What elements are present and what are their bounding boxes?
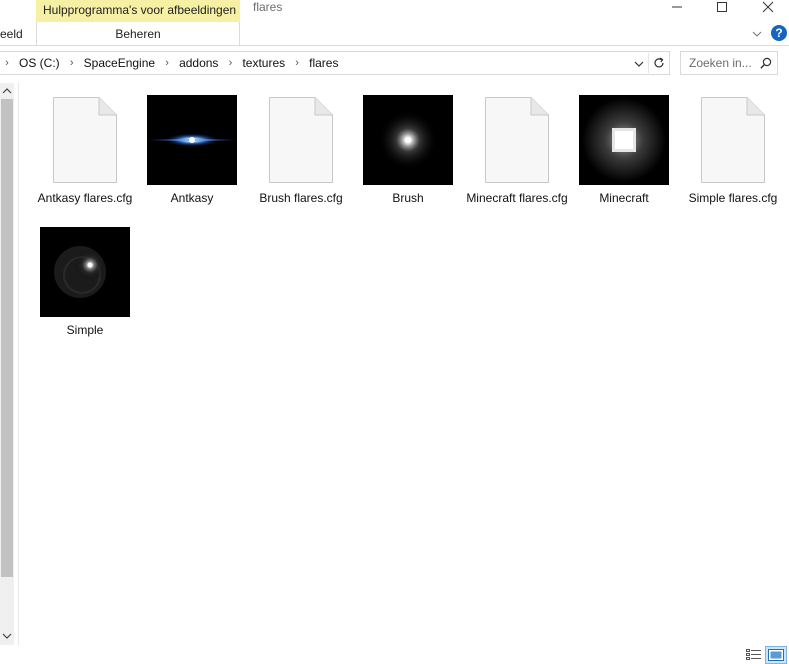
flare-white-glow-thumbnail [354,92,462,188]
refresh-icon [653,57,664,68]
large-icons-view-button[interactable] [765,646,787,664]
refresh-button[interactable] [648,53,668,73]
file-item[interactable]: Minecraft [570,92,678,205]
chevron-down-icon [752,31,762,37]
breadcrumb-separator-icon[interactable]: › [290,57,304,69]
scroll-up-button[interactable] [0,83,14,99]
address-bar[interactable]: › OS (C:) › SpaceEngine › addons › textu… [0,51,670,75]
breadcrumb-textures[interactable]: textures [237,56,290,70]
document-icon [463,92,571,188]
file-item[interactable]: Brush flares.cfg [247,92,355,205]
close-icon [762,1,774,13]
file-name: Minecraft flares.cfg [466,191,568,205]
chevron-up-icon [2,88,12,94]
tab-manage[interactable]: Beheren [36,22,240,46]
close-button[interactable] [745,0,789,14]
search-box[interactable]: Zoeken in... [680,51,778,75]
file-list: Antkasy flares.cfg Antkasy Brush flares.… [20,88,786,644]
minimize-icon [672,6,682,8]
file-name: Brush [392,191,424,205]
details-view-icon [745,649,761,660]
file-name: Antkasy flares.cfg [37,191,133,205]
scroll-down-button[interactable] [0,628,14,644]
navigation-pane-scrollbar[interactable] [0,83,14,645]
status-bar [0,645,789,664]
file-name: Simple [66,323,104,337]
file-item[interactable]: Minecraft flares.cfg [463,92,571,205]
search-input[interactable]: Zoeken in... [681,56,757,70]
address-row: › OS (C:) › SpaceEngine › addons › textu… [0,51,789,77]
pane-divider[interactable] [18,83,19,645]
tab-view-partial[interactable]: eeld [0,27,23,41]
file-item[interactable]: Simple [31,224,139,337]
flare-simple-thumbnail [31,224,139,320]
file-item[interactable]: Simple flares.cfg [679,92,787,205]
chevron-down-icon [2,633,12,639]
file-explorer-window: Hulpprogramma's voor afbeeldingen flares… [0,0,789,664]
file-item[interactable]: Antkasy [138,92,246,205]
breadcrumb-addons[interactable]: addons [174,56,223,70]
scrollbar-thumb[interactable] [1,99,13,577]
breadcrumb-flares[interactable]: flares [304,56,343,70]
document-icon [31,92,139,188]
expand-ribbon-button[interactable] [750,28,764,40]
breadcrumb-separator-icon[interactable]: › [0,57,14,69]
maximize-icon [717,2,727,12]
breadcrumb-separator-icon[interactable]: › [223,57,237,69]
file-item[interactable]: Antkasy flares.cfg [31,92,139,205]
file-item[interactable]: Brush [354,92,462,205]
maximize-button[interactable] [699,0,745,14]
document-icon [679,92,787,188]
help-icon[interactable]: ? [771,25,787,41]
file-name: Simple flares.cfg [688,191,778,205]
breadcrumb-separator-icon[interactable]: › [65,57,79,69]
details-view-button[interactable] [744,647,763,663]
address-history-button[interactable] [630,54,648,74]
window-title: flares [253,0,283,14]
ribbon-tab-row: eeld Beheren ? [0,22,789,46]
minimize-button[interactable] [654,0,700,14]
document-icon [247,92,355,188]
file-name: Brush flares.cfg [259,191,343,205]
file-name: Antkasy [170,191,214,205]
breadcrumb-os-c[interactable]: OS (C:) [14,56,65,70]
search-icon[interactable] [757,54,775,72]
flare-blue-thumbnail [138,92,246,188]
chevron-down-icon [634,61,644,67]
breadcrumb-spaceengine[interactable]: SpaceEngine [79,56,160,70]
breadcrumb-separator-icon[interactable]: › [160,57,174,69]
large-icons-view-icon [768,649,784,661]
file-name: Minecraft [599,191,649,205]
flare-square-thumbnail [570,92,678,188]
picture-tools-tab[interactable]: Hulpprogramma's voor afbeeldingen [36,0,240,22]
